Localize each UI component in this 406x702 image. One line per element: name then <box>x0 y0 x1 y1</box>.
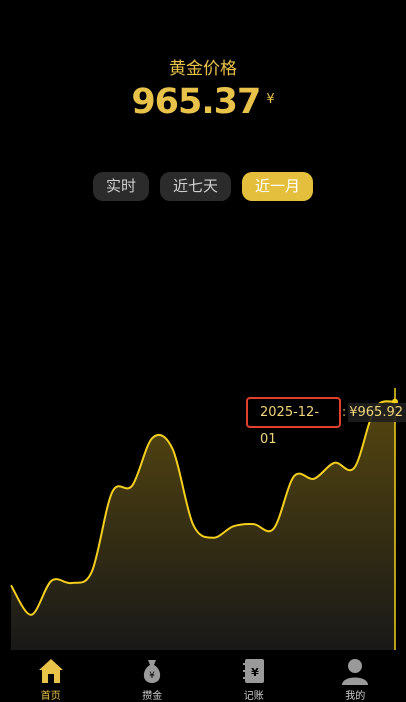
nav-save-gold-label: 攒金 <box>142 691 163 702</box>
nav-profile-label: 我的 <box>345 691 366 702</box>
price-tooltip: 2025-12-01 : ¥965.92 <box>246 397 406 447</box>
tab-realtime[interactable]: 实时 <box>92 172 149 201</box>
home-icon <box>38 659 63 683</box>
current-price: 965.37 ¥ <box>0 82 406 122</box>
svg-text:¥: ¥ <box>149 671 155 681</box>
price-value: 965.37 <box>131 82 261 122</box>
nav-ledger[interactable]: ¥ 记账 <box>203 650 305 702</box>
currency-symbol: ¥ <box>266 92 275 107</box>
tooltip-separator: : <box>341 405 347 420</box>
tab-seven-days[interactable]: 近七天 <box>159 172 231 201</box>
price-area <box>11 401 395 650</box>
nav-home[interactable]: 首页 <box>0 650 102 702</box>
time-range-tabs: 实时 近七天 近一月 <box>0 172 406 201</box>
nav-save-gold[interactable]: ¥ 攒金 <box>102 650 204 702</box>
nav-home-label: 首页 <box>40 691 61 702</box>
nav-profile[interactable]: 我的 <box>305 650 406 702</box>
tab-one-month[interactable]: 近一月 <box>242 172 314 201</box>
svg-text:¥: ¥ <box>251 666 259 679</box>
user-icon <box>342 659 369 685</box>
page-title: 黄金价格 <box>169 59 237 79</box>
money-bag-icon: ¥ <box>144 660 161 683</box>
bottom-nav: 首页 ¥ 攒金 ¥ 记账 我的 <box>0 650 406 702</box>
ledger-icon: ¥ <box>242 659 264 683</box>
tooltip-value: ¥965.92 <box>348 403 406 422</box>
nav-ledger-label: 记账 <box>243 691 264 702</box>
tooltip-date: 2025-12-01 <box>246 397 341 447</box>
